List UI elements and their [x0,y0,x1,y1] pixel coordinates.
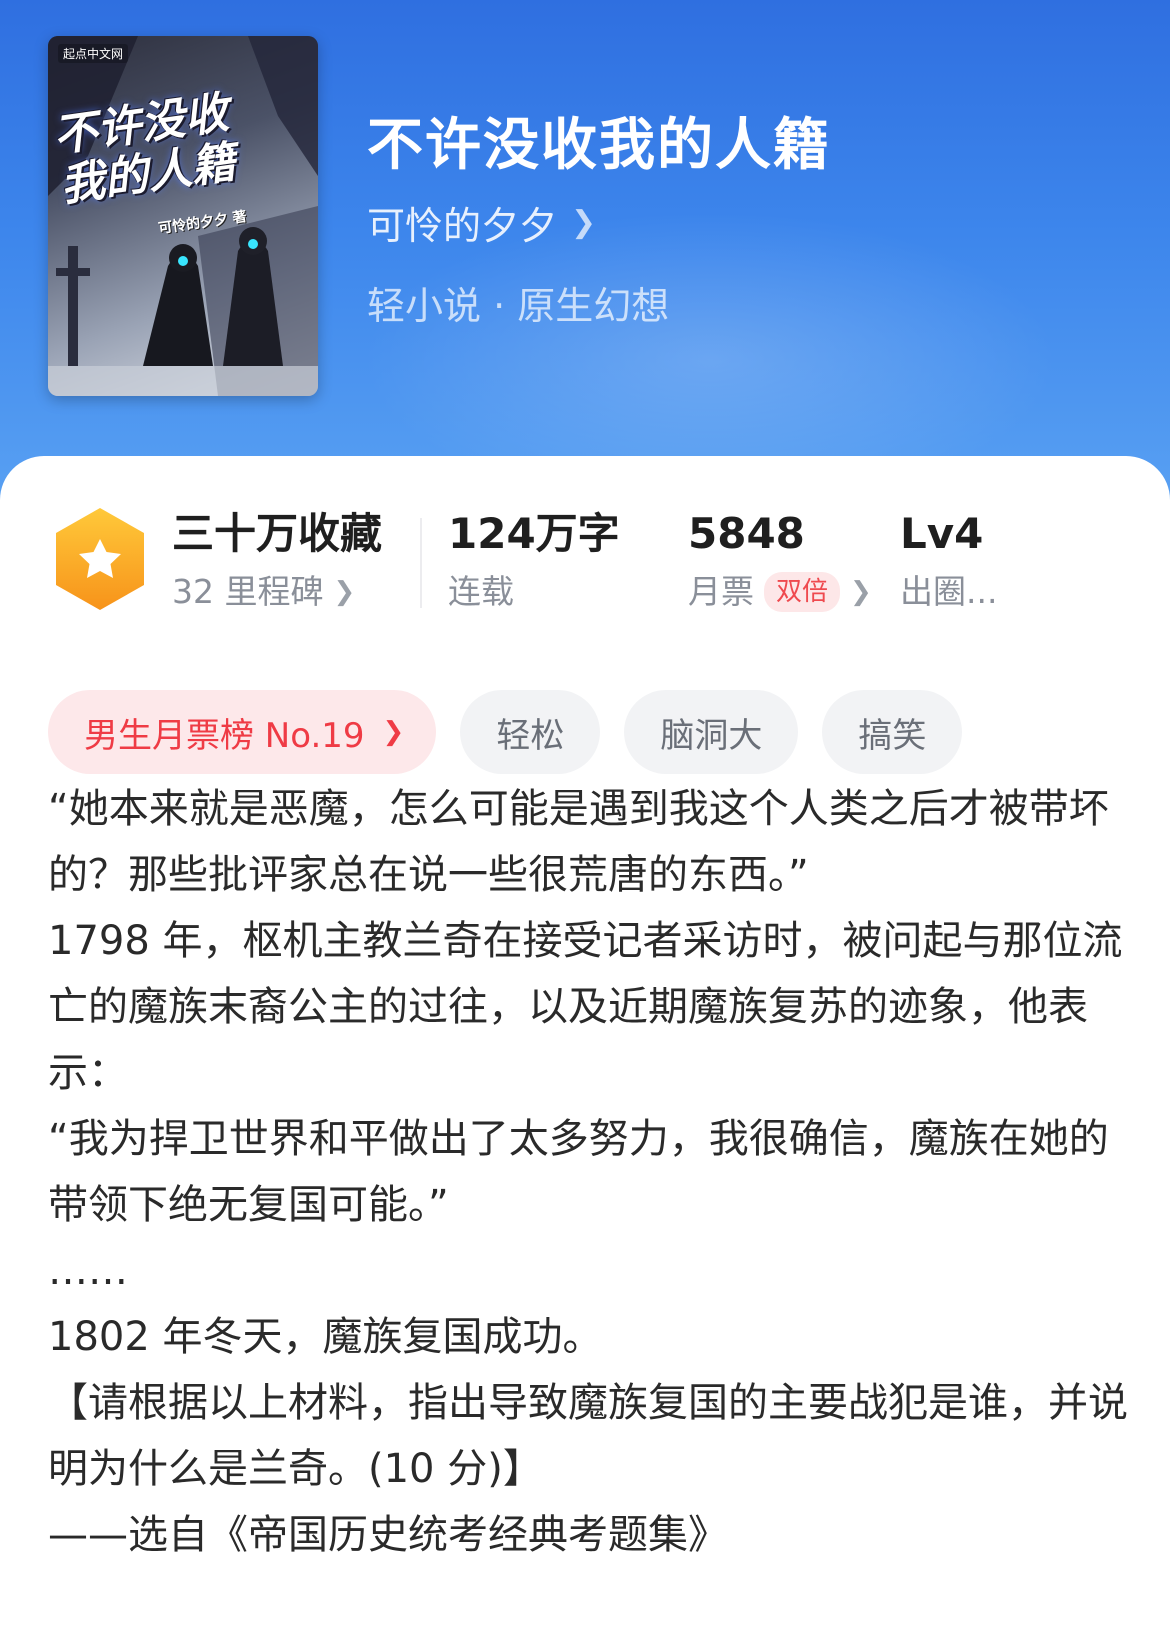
chevron-right-icon: ❯ [382,717,405,747]
book-cover[interactable]: 起点中文网 不许没收 我的人籍 可怜的夕夕 著 [48,36,318,396]
book-synopsis[interactable]: “她本来就是恶魔，怎么可能是遇到我这个人类之后才被带坏的？那些批评家总在说一些很… [48,776,1128,1568]
synopsis-paragraph: “我为捍卫世界和平做出了太多努力，我很确信，魔族在她的带领下绝无复国可能。” [48,1116,1109,1228]
chevron-right-icon: ❯ [850,577,872,607]
chevron-right-icon: ❯ [333,577,356,607]
synopsis-paragraph: 【请根据以上材料，指出导致魔族复国的主要战犯是谁，并说明为什么是兰奇。(10 分… [48,1380,1128,1492]
rank-label: 男生月票榜 No.19 [84,715,365,756]
book-category[interactable]: 轻小说 · 原生幻想 [367,275,669,330]
stats-row: 三十万收藏 32 里程碑 ❯ 124万字 连载 5848 月票 双倍 ❯ Lv4… [0,506,1170,616]
author-link[interactable]: 可怜的夕夕 ❯ [367,195,596,250]
level-label: 出圈... [900,572,998,611]
tag-chip[interactable]: 轻松 [460,690,601,774]
synopsis-paragraph: …… [48,1248,128,1294]
stats-divider [420,518,422,608]
tickets-value: 5848 [688,509,805,558]
synopsis-paragraph: 1798 年，枢机主教兰奇在接受记者采访时，被问起与那位流亡的魔族末裔公主的过往… [48,918,1123,1096]
serial-status: 连载 [448,572,514,611]
tickets-label: 月票 [688,572,754,611]
milestone-link[interactable]: 32 里程碑 ❯ [172,562,382,622]
chevron-right-icon: ❯ [571,205,597,240]
tickets-label-row: 月票 双倍 ❯ [688,562,872,622]
cover-publisher-logo: 起点中文网 [58,44,129,63]
tag-row: 男生月票榜 No.19 ❯ 轻松 脑洞大 搞笑 [48,690,963,774]
author-name: 可怜的夕夕 [367,204,558,248]
favorites-value: 三十万收藏 [172,509,383,558]
stat-monthly-tickets[interactable]: 5848 月票 双倍 ❯ [688,506,872,622]
tag-chip[interactable]: 搞笑 [822,690,963,774]
stat-level[interactable]: Lv4 出圈... [900,506,997,622]
book-info-card: 三十万收藏 32 里程碑 ❯ 124万字 连载 5848 月票 双倍 ❯ Lv4… [0,456,1170,1640]
synopsis-paragraph: ——选自《帝国历史统考经典考题集》 [48,1512,728,1558]
monthly-rank-tag[interactable]: 男生月票榜 No.19 ❯ [48,690,437,774]
level-value: Lv4 [900,509,984,558]
synopsis-paragraph: 1802 年冬天，魔族复国成功。 [48,1314,603,1360]
stat-favorites[interactable]: 三十万收藏 32 里程碑 ❯ [172,506,382,622]
star-hexagon-icon [56,508,144,610]
book-title: 不许没收我的人籍 [367,113,831,178]
tag-chip[interactable]: 脑洞大 [624,690,799,774]
book-header: 起点中文网 不许没收 我的人籍 可怜的夕夕 著 不许没收我的人籍 可怜的夕夕 ❯… [0,0,1170,520]
word-count-value: 124万字 [448,509,620,558]
stat-word-count: 124万字 连载 [448,506,620,622]
milestone-label: 32 里程碑 [172,572,324,611]
double-ticket-badge: 双倍 [764,572,841,612]
synopsis-paragraph: “她本来就是恶魔，怎么可能是遇到我这个人类之后才被带坏的？那些批评家总在说一些很… [48,786,1109,898]
